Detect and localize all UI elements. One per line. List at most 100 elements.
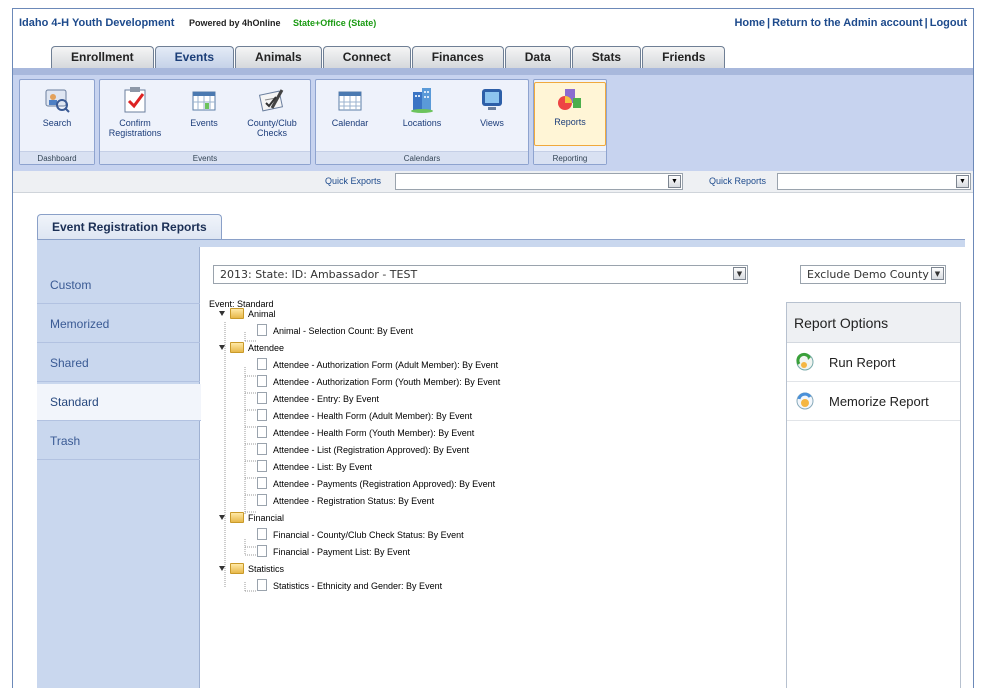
views-button[interactable]: Views (462, 84, 522, 128)
calendar-icon (338, 91, 362, 111)
document-icon (257, 392, 267, 404)
locations-label: Locations (402, 118, 442, 128)
group-label-reporting: Reporting (534, 151, 606, 164)
expand-triangle-icon[interactable] (219, 311, 225, 316)
tree-folder-statistics[interactable]: Statistics (219, 562, 284, 579)
document-icon (257, 375, 267, 387)
tree-item-label: Attendee - Health Form (Adult Member): B… (273, 411, 473, 421)
document-icon (257, 494, 267, 506)
sidebar-item-standard[interactable]: Standard (37, 384, 201, 421)
quick-exports-label: Quick Exports (325, 176, 382, 186)
tree-item-label: Attendee - Payments (Registration Approv… (273, 479, 496, 489)
ribbon-group-dashboard: Search Dashboard (19, 79, 95, 165)
reports-chart-icon (558, 89, 581, 110)
tree-item-label: Animal - Selection Count: By Event (273, 326, 414, 336)
app-frame: Idaho 4-H Youth Development Powered by 4… (12, 8, 974, 688)
tab-connect[interactable]: Connect (322, 46, 411, 68)
tree-item[interactable]: Attendee - Authorization Form (Youth Mem… (257, 375, 500, 392)
quick-exports-select[interactable]: ▼ (395, 173, 683, 190)
expand-triangle-icon[interactable] (219, 515, 225, 520)
tab-finances[interactable]: Finances (411, 46, 504, 68)
tab-friends[interactable]: Friends (642, 46, 726, 68)
folder-label: Animal (248, 309, 276, 319)
search-people-icon (45, 89, 70, 113)
ribbon: Search Dashboard Confirm Registrations E… (13, 75, 973, 171)
events-label: Events (190, 118, 218, 128)
tree-folder-financial[interactable]: Financial (219, 511, 284, 528)
document-icon (257, 460, 267, 472)
chevron-down-icon[interactable]: ▼ (931, 267, 944, 280)
run-report-button[interactable]: Run Report (787, 343, 960, 382)
reports-button[interactable]: Reports (534, 82, 606, 146)
search-button[interactable]: Search (24, 84, 90, 128)
tree-folder-animal[interactable]: Animal (219, 307, 276, 324)
memorize-report-icon (796, 392, 814, 410)
monitor-icon (482, 89, 502, 110)
expand-triangle-icon[interactable] (219, 345, 225, 350)
tree-item-label: Attendee - List: By Event (273, 462, 373, 472)
calendar-label: Calendar (331, 118, 369, 128)
document-icon (257, 409, 267, 421)
tree-item[interactable]: Statistics - Ethnicity and Gender: By Ev… (257, 579, 442, 596)
document-icon (257, 477, 267, 489)
quick-reports-select[interactable]: ▼ (777, 173, 971, 190)
return-admin-link[interactable]: Return to the Admin account (772, 17, 923, 29)
tab-data[interactable]: Data (504, 46, 571, 68)
sidebar-item-shared[interactable]: Shared (37, 345, 200, 382)
tree-folder-attendee[interactable]: Attendee (219, 341, 284, 358)
tab-stats[interactable]: Stats (571, 46, 642, 68)
locations-button[interactable]: Locations (392, 84, 452, 128)
tree-item[interactable]: Financial - County/Club Check Status: By… (257, 528, 464, 545)
tab-animals[interactable]: Animals (235, 46, 322, 68)
sidebar-item-custom[interactable]: Custom (37, 267, 200, 304)
report-content: 2013: State: ID: Ambassador - TEST ▼ Exc… (201, 247, 965, 688)
tree-item[interactable]: Attendee - List: By Event (257, 460, 372, 477)
tree-item[interactable]: Attendee - Payments (Registration Approv… (257, 477, 495, 494)
county-club-checks-label: County/Club Checks (247, 118, 297, 138)
home-link[interactable]: Home (734, 17, 765, 29)
demo-county-value: Exclude Demo County (807, 268, 929, 281)
demo-county-select[interactable]: Exclude Demo County ▼ (800, 265, 946, 284)
tree-item[interactable]: Attendee - Entry: By Event (257, 392, 379, 409)
tree-item[interactable]: Attendee - Authorization Form (Adult Mem… (257, 358, 498, 375)
ribbon-group-reporting: Reports Reporting (533, 79, 607, 165)
tab-events[interactable]: Events (154, 46, 235, 68)
logout-link[interactable]: Logout (930, 17, 967, 29)
sidebar-item-trash[interactable]: Trash (37, 423, 200, 460)
search-label: Search (42, 118, 72, 128)
chevron-down-icon[interactable]: ▼ (956, 175, 969, 188)
document-icon (257, 528, 267, 540)
run-report-label: Run Report (829, 354, 896, 370)
brand-title[interactable]: Idaho 4-H Youth Development (19, 17, 174, 29)
tree-item[interactable]: Attendee - Registration Status: By Event (257, 494, 434, 511)
tree-item[interactable]: Animal - Selection Count: By Event (257, 324, 413, 341)
confirm-registrations-button[interactable]: Confirm Registrations (102, 84, 168, 138)
report-options-panel: Report Options Run Report Memorize Repor… (786, 302, 961, 688)
memorize-report-button[interactable]: Memorize Report (787, 382, 960, 421)
chevron-down-icon[interactable]: ▼ (733, 267, 746, 280)
memorize-report-label: Memorize Report (829, 393, 929, 409)
expand-triangle-icon[interactable] (219, 566, 225, 571)
top-links: Home | Return to the Admin account | Logout (734, 17, 967, 29)
calendar-button[interactable]: Calendar (320, 84, 380, 128)
document-icon (257, 579, 267, 591)
tree-item[interactable]: Financial - Payment List: By Event (257, 545, 410, 562)
panel-title-tab[interactable]: Event Registration Reports (37, 214, 222, 240)
document-icon (257, 443, 267, 455)
panel-strip (37, 239, 965, 247)
event-select[interactable]: 2013: State: ID: Ambassador - TEST ▼ (213, 265, 748, 284)
views-label: Views (480, 118, 504, 128)
county-club-checks-button[interactable]: County/Club Checks (236, 84, 308, 138)
folder-label: Statistics (248, 564, 285, 574)
sidebar-item-memorized[interactable]: Memorized (37, 306, 200, 343)
events-button[interactable]: Events (176, 84, 232, 128)
chevron-down-icon[interactable]: ▼ (668, 175, 681, 188)
tree-item[interactable]: Attendee - Health Form (Youth Member): B… (257, 426, 474, 443)
tree-item-label: Attendee - Registration Status: By Event (273, 496, 435, 506)
checkbox-icon (124, 87, 146, 113)
tree-item[interactable]: Attendee - List (Registration Approved):… (257, 443, 469, 460)
tab-enrollment[interactable]: Enrollment (51, 46, 154, 68)
tree-item[interactable]: Attendee - Health Form (Adult Member): B… (257, 409, 472, 426)
quick-bar: Quick Exports ▼ Quick Reports ▼ (13, 171, 973, 193)
document-icon (257, 426, 267, 438)
